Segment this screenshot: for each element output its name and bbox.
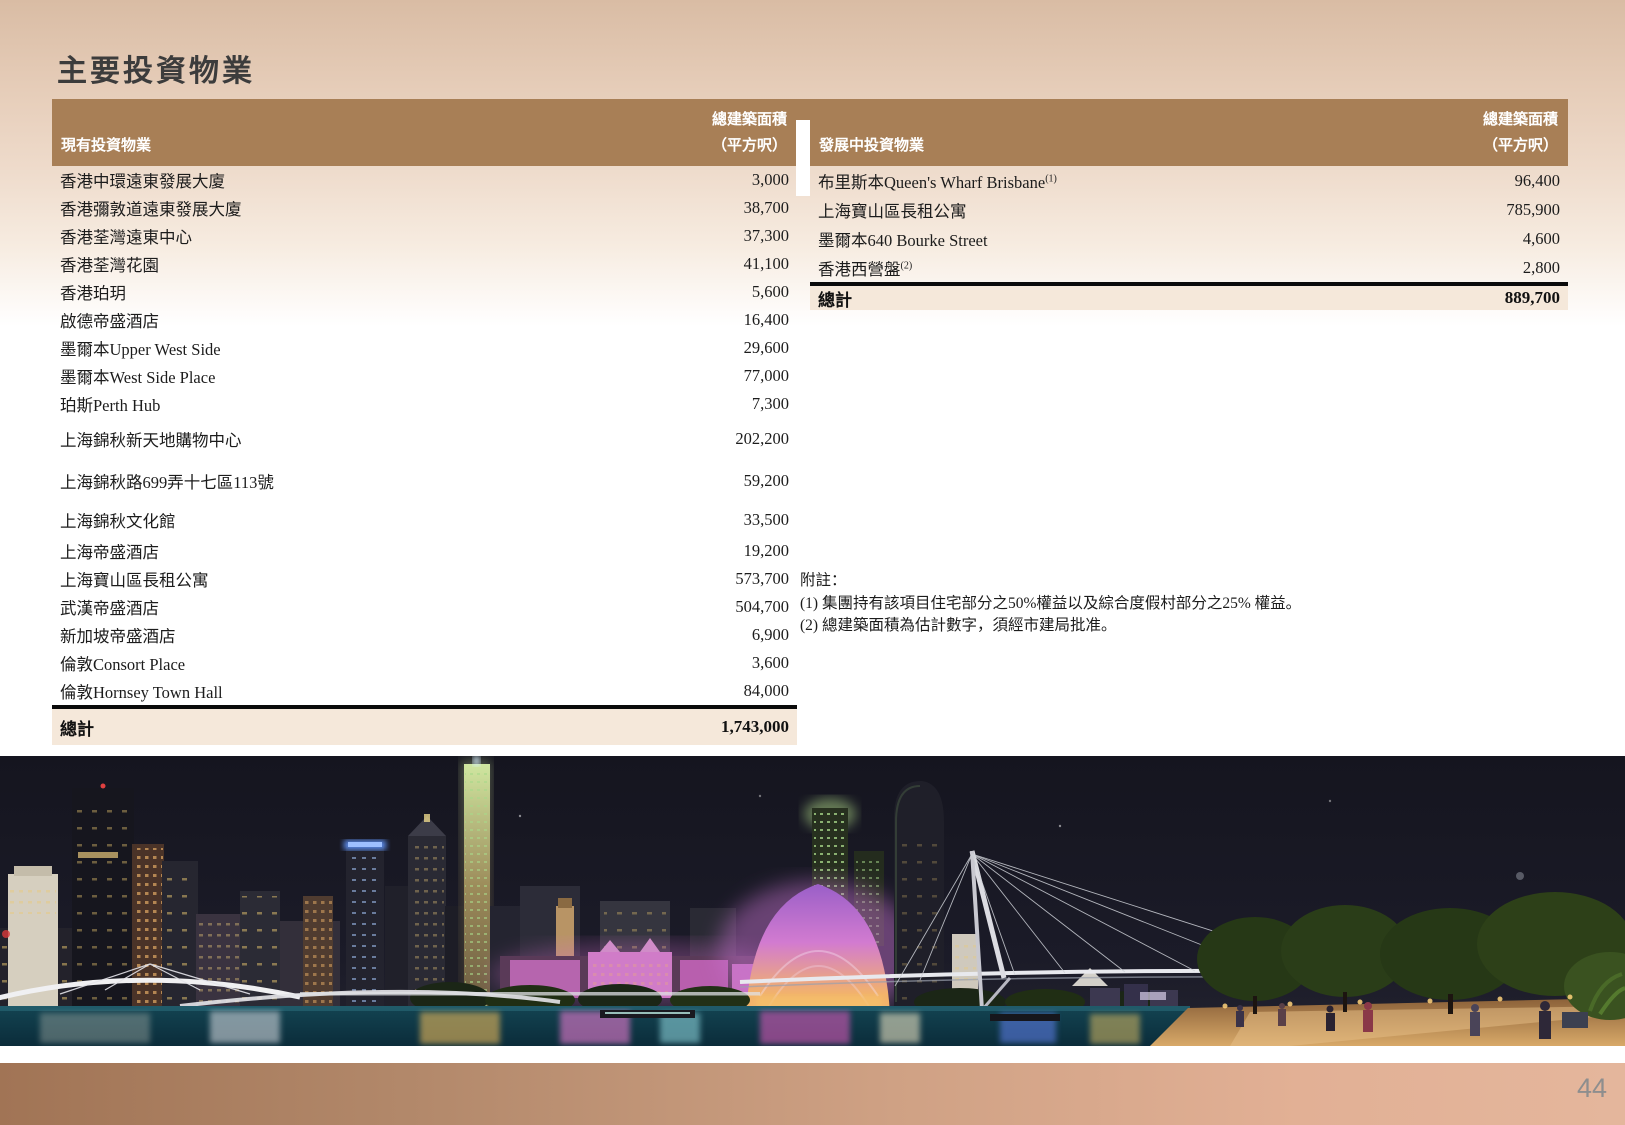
property-name: 香港西營盤(2) — [818, 256, 912, 280]
existing-properties-table: 總建築面積 現有投資物業 （平方呎） 香港中環遠東發展大廈 3,000 香港彌敦道遠… — [52, 99, 797, 745]
existing-properties-rows: 香港中環遠東發展大廈 3,000 香港彌敦道遠東發展大廈 38,700 香港荃灣遠東中心… — [52, 166, 797, 705]
gfa-value: 785,900 — [1506, 200, 1560, 220]
table-row: 上海寶山區長租公寓 573,700 — [52, 565, 797, 593]
property-name: 上海寶山區長租公寓 — [818, 198, 967, 222]
table-row: 上海錦秋文化館 33,500 — [52, 502, 797, 537]
gfa-value: 4,600 — [1523, 229, 1560, 249]
property-name: 布里斯本Queen's Wharf Brisbane(1) — [818, 169, 1057, 193]
gfa-value: 2,800 — [1523, 258, 1560, 278]
page-number: 44 — [1577, 1073, 1607, 1104]
property-name: 新加坡帝盛酒店 — [60, 623, 176, 647]
property-name: 香港中環遠東發展大廈 — [60, 168, 225, 192]
property-name: 武漢帝盛酒店 — [60, 595, 159, 619]
table-row: 香港中環遠東發展大廈 3,000 — [52, 166, 797, 194]
slide: 主要投資物業 總建築面積 現有投資物業 （平方呎） 香港中環遠東發展大廈 3,00… — [0, 0, 1625, 1125]
property-name: 香港荃灣遠東中心 — [60, 224, 192, 248]
gfa-header-right: 總建築面積 — [1483, 108, 1558, 129]
table-row: 上海帝盛酒店 19,200 — [52, 537, 797, 565]
development-properties-table-header: 總建築面積 發展中投資物業 （平方呎） — [810, 99, 1568, 166]
table-row: 上海錦秋路699弄十七區113號 59,200 — [52, 460, 797, 502]
existing-properties-table-header: 總建築面積 現有投資物業 （平方呎） — [52, 99, 797, 166]
property-name: 上海寶山區長租公寓 — [60, 567, 209, 591]
page-title: 主要投資物業 — [57, 46, 255, 90]
table-row: 啟德帝盛酒店 16,400 — [52, 306, 797, 334]
gfa-value: 38,700 — [744, 198, 789, 218]
table-row: 墨爾本West Side Place 77,000 — [52, 362, 797, 390]
category-header-right: 發展中投資物業 — [819, 134, 924, 155]
gfa-header-left: 總建築面積 — [712, 108, 787, 129]
development-properties-table: 總建築面積 發展中投資物業 （平方呎） 布里斯本Queen's Wharf Br… — [810, 99, 1568, 310]
property-name: 啟德帝盛酒店 — [60, 308, 159, 332]
table-row: 上海寶山區長租公寓 785,900 — [810, 195, 1568, 224]
footnote-2: (2) 總建築面積為估計數字，須經市建局批准。 — [800, 615, 1570, 638]
gfa-value: 504,700 — [735, 597, 789, 617]
table-row: 香港荃灣花園 41,100 — [52, 250, 797, 278]
gfa-value: 7,300 — [752, 394, 789, 414]
gfa-value: 59,200 — [744, 471, 789, 491]
gfa-value: 77,000 — [744, 366, 789, 386]
total-label: 總計 — [818, 286, 852, 311]
gfa-value: 96,400 — [1515, 171, 1560, 191]
table-divider — [796, 120, 810, 196]
gfa-value: 16,400 — [744, 310, 789, 330]
gfa-value: 573,700 — [735, 569, 789, 589]
total-value: 889,700 — [1505, 288, 1560, 308]
table-row: 墨爾本Upper West Side 29,600 — [52, 334, 797, 362]
table-row: 新加坡帝盛酒店 6,900 — [52, 621, 797, 649]
property-name: 墨爾本640 Bourke Street — [818, 227, 988, 251]
unit-header-left: （平方呎） — [712, 134, 787, 155]
table-row: 上海錦秋新天地購物中心 202,200 — [52, 418, 797, 460]
gfa-value: 33,500 — [744, 510, 789, 530]
property-name: 上海錦秋文化館 — [60, 508, 176, 532]
property-name: 珀斯Perth Hub — [60, 392, 160, 416]
property-name: 墨爾本West Side Place — [60, 364, 215, 388]
table-row: 香港珀玥 5,600 — [52, 278, 797, 306]
table-row: 香港彌敦道遠東發展大廈 38,700 — [52, 194, 797, 222]
table-row: 武漢帝盛酒店 504,700 — [52, 593, 797, 621]
footnotes-heading: 附註： — [800, 570, 1570, 593]
property-name: 香港珀玥 — [60, 280, 126, 304]
existing-properties-total-row: 總計 1,743,000 — [52, 705, 797, 745]
table-row: 倫敦Consort Place 3,600 — [52, 649, 797, 677]
table-row: 倫敦Hornsey Town Hall 84,000 — [52, 677, 797, 705]
table-row: 香港西營盤(2) 2,800 — [810, 253, 1568, 282]
footnote-1: (1) 集團持有該項目住宅部分之50%權益以及綜合度假村部分之25% 權益。 — [800, 593, 1570, 616]
footnote-ref: (1) — [1045, 173, 1057, 184]
development-properties-rows: 布里斯本Queen's Wharf Brisbane(1) 96,400 上海寶山區… — [810, 166, 1568, 282]
table-row: 墨爾本640 Bourke Street 4,600 — [810, 224, 1568, 253]
gfa-value: 3,600 — [752, 653, 789, 673]
property-name: 墨爾本Upper West Side — [60, 336, 221, 360]
property-name: 上海錦秋新天地購物中心 — [60, 427, 242, 451]
category-header-left: 現有投資物業 — [61, 134, 151, 155]
property-name: 香港彌敦道遠東發展大廈 — [60, 196, 242, 220]
gfa-value: 84,000 — [744, 681, 789, 701]
property-name: 倫敦Hornsey Town Hall — [60, 679, 223, 703]
gfa-value: 41,100 — [744, 254, 789, 274]
gfa-value: 29,600 — [744, 338, 789, 358]
gfa-value: 3,000 — [752, 170, 789, 190]
gfa-value: 37,300 — [744, 226, 789, 246]
property-name: 香港荃灣花園 — [60, 252, 159, 276]
gfa-value: 19,200 — [744, 541, 789, 561]
property-name: 倫敦Consort Place — [60, 651, 185, 675]
property-name: 上海帝盛酒店 — [60, 539, 159, 563]
footnotes: 附註： (1) 集團持有該項目住宅部分之50%權益以及綜合度假村部分之25% 權… — [800, 570, 1570, 638]
gfa-value: 5,600 — [752, 282, 789, 302]
gfa-value: 6,900 — [752, 625, 789, 645]
footer-bar: 44 — [0, 1063, 1625, 1125]
unit-header-right: （平方呎） — [1483, 134, 1558, 155]
footnote-ref: (2) — [901, 260, 913, 271]
table-row: 香港荃灣遠東中心 37,300 — [52, 222, 797, 250]
table-row: 珀斯Perth Hub 7,300 — [52, 390, 797, 418]
river-water — [0, 1006, 1190, 1046]
gfa-value: 202,200 — [735, 429, 789, 449]
development-properties-total-row: 總計 889,700 — [810, 282, 1568, 310]
table-row: 布里斯本Queen's Wharf Brisbane(1) 96,400 — [810, 166, 1568, 195]
total-label: 總計 — [60, 715, 94, 740]
skyline-photo — [0, 756, 1625, 1046]
total-value: 1,743,000 — [721, 717, 789, 737]
property-name: 上海錦秋路699弄十七區113號 — [60, 469, 274, 493]
